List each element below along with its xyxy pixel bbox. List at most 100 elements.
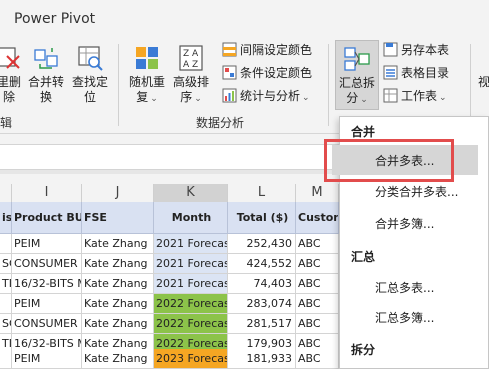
table-cell-total[interactable]: 281,517	[228, 314, 296, 334]
column-header-partial[interactable]	[0, 184, 12, 202]
svg-text:Z: Z	[192, 60, 198, 70]
ribbon-separator	[118, 44, 119, 126]
annotation-highlight-box	[324, 139, 454, 182]
table-cell-customer[interactable]: ABC	[296, 294, 339, 314]
delete-sheet-icon	[0, 44, 23, 72]
table-cell-product-bu[interactable]: 16/32-BITS M	[12, 274, 82, 294]
column-header-i[interactable]: I	[12, 184, 82, 202]
worksheet-label: 工作表	[401, 89, 438, 103]
column-header-j[interactable]: J	[82, 184, 154, 202]
random-repeat-icon	[133, 44, 161, 72]
conditional-color-label: 条件设定颜色	[240, 66, 313, 80]
delete-button-label-bottom: 除	[2, 90, 15, 104]
conditional-color-icon	[222, 65, 237, 80]
group-label-edit: 辑	[0, 116, 13, 130]
summarize-split-button[interactable]: 汇总拆 分 ⌄	[335, 40, 379, 110]
svg-text:Z: Z	[183, 49, 189, 59]
table-cell-product-bu[interactable]: PEIM	[12, 294, 82, 314]
menu-section-split: 拆分	[351, 343, 376, 357]
header-cell-product-bu[interactable]: Product BU	[12, 202, 82, 234]
chevron-down-icon: ⌄	[360, 95, 368, 105]
table-cell-total[interactable]: 424,552	[228, 254, 296, 274]
table-cell-total[interactable]: 252,430	[228, 234, 296, 254]
group-label-data-analysis: 数据分析	[196, 116, 245, 130]
find-locate-icon	[76, 44, 104, 72]
menu-section-summary: 汇总	[351, 250, 376, 264]
chevron-down-icon: ⌄	[150, 94, 158, 104]
table-cell-fse[interactable]: Kate Zhang	[82, 349, 154, 369]
advanced-sort-label-top: 高级排	[172, 75, 209, 89]
table-cell-product-bu[interactable]: PEIM	[12, 349, 82, 369]
table-cell-month[interactable]: 2023 Forecast	[154, 349, 228, 369]
summarize-split-label-top: 汇总拆	[338, 76, 375, 90]
chevron-down-icon: ⌄	[302, 93, 310, 103]
table-cell-fse[interactable]: Kate Zhang	[82, 294, 154, 314]
table-cell-prefix[interactable]: SC	[0, 314, 12, 334]
menu-item-summary-multi-books[interactable]: 汇总多簿...	[375, 309, 434, 326]
table-cell-month[interactable]: 2021 Forecast	[154, 254, 228, 274]
advanced-sort-button[interactable]: ZAAZ 高级排 序 ⌄	[170, 44, 212, 107]
catalog-icon	[383, 65, 398, 80]
table-cell-customer[interactable]: ABC	[296, 234, 339, 254]
menu-item-category-merge[interactable]: 分类合并多表...	[375, 183, 458, 200]
column-header-l[interactable]: L	[228, 184, 296, 202]
table-cell-fse[interactable]: Kate Zhang	[82, 234, 154, 254]
interval-color-icon	[222, 42, 237, 57]
random-repeat-label-bottom: 复 ⌄	[136, 90, 158, 104]
find-locate-button[interactable]: 查找定 位	[70, 44, 110, 105]
chevron-down-icon: ⌄	[194, 94, 202, 104]
ribbon-tab-bar: Power Pivot	[0, 0, 489, 36]
table-cell-product-bu[interactable]: CONSUMER M	[12, 314, 82, 334]
interval-color-button[interactable]: 间隔设定颜色	[222, 40, 312, 60]
header-cell-month[interactable]: Month	[154, 202, 228, 234]
table-cell-fse[interactable]: Kate Zhang	[82, 314, 154, 334]
table-cell-prefix[interactable]: SC	[0, 254, 12, 274]
merge-convert-button[interactable]: 合并转 换	[26, 44, 66, 105]
save-as-sheet-button[interactable]: 另存本表	[383, 40, 449, 60]
advanced-sort-label-bottom: 序 ⌄	[180, 90, 202, 104]
conditional-color-button[interactable]: 条件设定颜色	[222, 63, 312, 83]
delete-button-partial[interactable]: 里删 除	[0, 44, 24, 105]
sheet-catalog-button[interactable]: 表格目录	[383, 63, 449, 83]
table-cell-month[interactable]: 2022 Forecast	[154, 314, 228, 334]
ribbon-separator	[470, 44, 471, 126]
merge-convert-icon	[32, 44, 60, 72]
header-cell-partial[interactable]: is	[0, 202, 12, 234]
table-cell-total[interactable]: 283,074	[228, 294, 296, 314]
header-cell-fse[interactable]: FSE	[82, 202, 154, 234]
column-header-k[interactable]: K	[154, 184, 228, 202]
table-cell-prefix[interactable]	[0, 294, 12, 314]
table-cell-product-bu[interactable]: PEIM	[12, 234, 82, 254]
worksheet-button[interactable]: 工作表 ⌄	[383, 86, 447, 106]
table-cell-month[interactable]: 2022 Forecast	[154, 294, 228, 314]
table-cell-prefix[interactable]	[0, 349, 12, 369]
header-cell-customer[interactable]: Custon	[296, 202, 339, 234]
table-cell-total[interactable]: 74,403	[228, 274, 296, 294]
table-cell-fse[interactable]: Kate Zhang	[82, 254, 154, 274]
menu-item-merge-multi-books[interactable]: 合并多簿...	[375, 215, 434, 232]
delete-button-label-top: 里删	[0, 75, 21, 89]
table-cell-prefix[interactable]: TI	[0, 274, 12, 294]
random-repeat-button[interactable]: 随机重 复 ⌄	[126, 44, 168, 107]
worksheet-icon	[383, 88, 398, 103]
header-cell-total[interactable]: Total ($)	[228, 202, 296, 234]
summarize-split-icon	[343, 45, 371, 73]
tab-power-pivot[interactable]: Power Pivot	[14, 11, 95, 27]
merge-convert-label-bottom: 换	[39, 90, 52, 104]
view-button-partial[interactable]: 视	[478, 72, 489, 92]
table-cell-customer[interactable]: ABC	[296, 254, 339, 274]
interval-color-label: 间隔设定颜色	[240, 43, 313, 57]
table-cell-month[interactable]: 2021 Forecast	[154, 274, 228, 294]
sheet-catalog-label: 表格目录	[401, 66, 450, 80]
table-cell-customer[interactable]: ABC	[296, 349, 339, 369]
table-cell-customer[interactable]: ABC	[296, 314, 339, 334]
menu-item-summary-multi-sheets[interactable]: 汇总多表...	[375, 279, 434, 296]
table-cell-month[interactable]: 2021 Forecast	[154, 234, 228, 254]
table-cell-product-bu[interactable]: CONSUMER M	[12, 254, 82, 274]
table-cell-total[interactable]: 181,933	[228, 349, 296, 369]
column-header-m[interactable]: M	[296, 184, 339, 202]
table-cell-fse[interactable]: Kate Zhang	[82, 274, 154, 294]
stats-analysis-button[interactable]: 统计与分析 ⌄	[222, 86, 310, 106]
table-cell-prefix[interactable]	[0, 234, 12, 254]
table-cell-customer[interactable]: ABC	[296, 274, 339, 294]
